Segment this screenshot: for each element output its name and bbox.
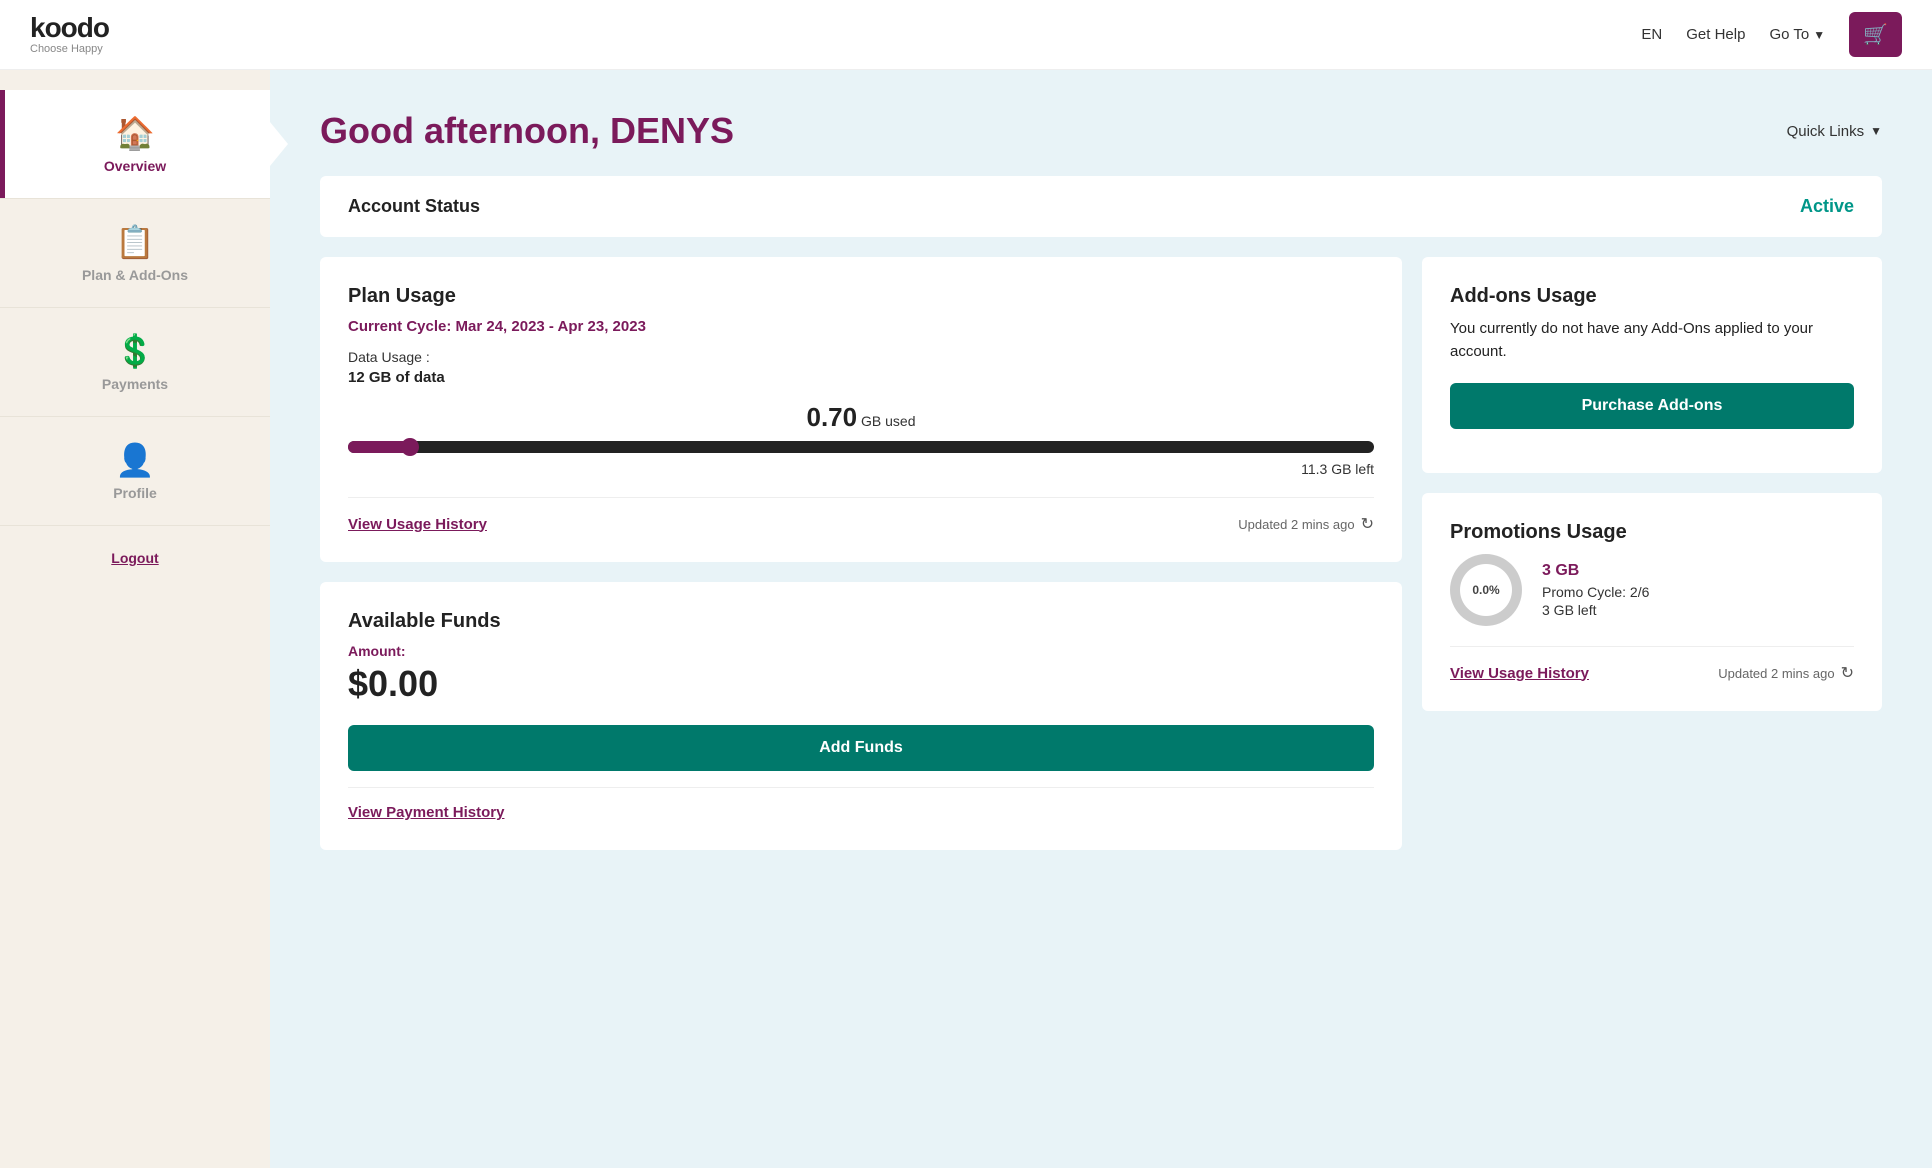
addons-title: Add-ons Usage <box>1450 285 1854 308</box>
sidebar-item-profile[interactable]: 👤 Profile <box>0 417 270 526</box>
get-help-link[interactable]: Get Help <box>1686 26 1745 43</box>
account-status-value: Active <box>1800 196 1854 217</box>
chevron-down-icon: ▼ <box>1870 124 1882 138</box>
usage-bar-container <box>348 441 1374 453</box>
view-usage-history-link[interactable]: View Usage History <box>348 516 487 533</box>
addons-usage-card: Add-ons Usage You currently do not have … <box>1422 257 1882 473</box>
account-status-card: Account Status Active <box>320 176 1882 237</box>
main-content: Good afternoon, DENYS Quick Links ▼ Acco… <box>270 70 1932 1168</box>
sidebar-item-overview[interactable]: 🏠 Overview <box>0 90 270 199</box>
logo-koodo-word: koodo <box>30 12 109 43</box>
funds-amount-value: $0.00 <box>348 663 1374 705</box>
greeting-text: Good afternoon, DENYS <box>320 110 734 152</box>
sidebar-label-plan: Plan & Add-Ons <box>82 267 188 283</box>
divider <box>348 497 1374 498</box>
sidebar-label-payments: Payments <box>102 376 168 392</box>
promo-details: 3 GB Promo Cycle: 2/6 3 GB left <box>1542 562 1649 618</box>
cart-button[interactable]: 🛒 <box>1849 12 1902 57</box>
promo-title: 3 GB <box>1542 562 1649 580</box>
gb-left: 11.3 GB left <box>348 461 1374 477</box>
funds-amount-label: Amount: <box>348 643 1374 659</box>
available-funds-title: Available Funds <box>348 610 1374 633</box>
header-nav: EN Get Help Go To ▼ 🛒 <box>1641 12 1902 57</box>
gb-used-unit: GB used <box>861 413 915 429</box>
data-amount: 12 GB of data <box>348 369 1374 386</box>
header: koodo Choose Happy EN Get Help Go To ▼ 🛒 <box>0 0 1932 70</box>
promo-updated-label: Updated 2 mins ago <box>1718 666 1834 681</box>
view-promo-history-link[interactable]: View Usage History <box>1450 665 1589 682</box>
divider <box>348 787 1374 788</box>
add-funds-button[interactable]: Add Funds <box>348 725 1374 771</box>
usage-number: 0.70 GB used <box>348 402 1374 433</box>
goto-button[interactable]: Go To ▼ <box>1769 26 1825 43</box>
chevron-down-icon: ▼ <box>1813 28 1825 42</box>
cart-icon: 🛒 <box>1863 22 1888 47</box>
updated-label: Updated 2 mins ago <box>1238 517 1354 532</box>
view-history-row: View Usage History Updated 2 mins ago ↻ <box>348 514 1374 534</box>
plan-usage-title: Plan Usage <box>348 285 1374 308</box>
goto-label: Go To <box>1769 26 1809 43</box>
promo-view-history-row: View Usage History Updated 2 mins ago ↻ <box>1450 663 1854 683</box>
plan-usage-card: Plan Usage Current Cycle: Mar 24, 2023 -… <box>320 257 1402 562</box>
right-column: Add-ons Usage You currently do not have … <box>1422 257 1882 850</box>
promo-left: 3 GB left <box>1542 602 1649 618</box>
cycle-text: Current Cycle: Mar 24, 2023 - Apr 23, 20… <box>348 318 1374 335</box>
logo-text: koodo <box>30 14 109 42</box>
updated-text: Updated 2 mins ago ↻ <box>1238 514 1374 534</box>
usage-bar-dot <box>401 438 419 456</box>
account-status-label: Account Status <box>348 196 480 217</box>
refresh-icon[interactable]: ↻ <box>1361 514 1374 534</box>
app-body: 🏠 Overview 📋 Plan & Add-Ons 💲 Payments 👤… <box>0 70 1932 1168</box>
promo-updated-text: Updated 2 mins ago ↻ <box>1718 663 1854 683</box>
sidebar: 🏠 Overview 📋 Plan & Add-Ons 💲 Payments 👤… <box>0 70 270 1168</box>
lang-toggle[interactable]: EN <box>1641 26 1662 43</box>
addons-desc: You currently do not have any Add-Ons ap… <box>1450 318 1854 363</box>
sidebar-item-plan-addons[interactable]: 📋 Plan & Add-Ons <box>0 199 270 308</box>
sidebar-logout[interactable]: Logout <box>0 526 270 590</box>
logo: koodo Choose Happy <box>30 14 109 55</box>
sidebar-item-payments[interactable]: 💲 Payments <box>0 308 270 417</box>
logo-subtitle: Choose Happy <box>30 43 103 55</box>
promo-cycle: Promo Cycle: 2/6 <box>1542 584 1649 600</box>
promo-row: 0.0% 3 GB Promo Cycle: 2/6 3 GB left <box>1450 554 1854 626</box>
data-usage-label: Data Usage : <box>348 349 1374 365</box>
quick-links-button[interactable]: Quick Links ▼ <box>1787 123 1882 140</box>
gb-used-value: 0.70 <box>807 402 858 432</box>
greeting-row: Good afternoon, DENYS Quick Links ▼ <box>320 110 1882 152</box>
home-icon: 🏠 <box>115 114 155 152</box>
view-payment-history-link[interactable]: View Payment History <box>348 804 504 821</box>
profile-icon: 👤 <box>115 441 155 479</box>
sidebar-label-profile: Profile <box>113 485 157 501</box>
logout-link[interactable]: Logout <box>111 550 158 566</box>
promo-percent: 0.0% <box>1460 564 1512 616</box>
left-column: Plan Usage Current Cycle: Mar 24, 2023 -… <box>320 257 1402 850</box>
promotions-title: Promotions Usage <box>1450 521 1854 544</box>
quick-links-label: Quick Links <box>1787 123 1865 140</box>
promotions-usage-card: Promotions Usage 0.0% 3 GB Promo Cycle: … <box>1422 493 1882 711</box>
purchase-addons-button[interactable]: Purchase Add-ons <box>1450 383 1854 429</box>
promo-circle: 0.0% <box>1450 554 1522 626</box>
divider <box>1450 646 1854 647</box>
available-funds-card: Available Funds Amount: $0.00 Add Funds … <box>320 582 1402 850</box>
plan-icon: 📋 <box>115 223 155 261</box>
sidebar-label-overview: Overview <box>104 158 166 174</box>
payments-icon: 💲 <box>115 332 155 370</box>
promo-refresh-icon[interactable]: ↻ <box>1841 663 1854 683</box>
cards-row: Plan Usage Current Cycle: Mar 24, 2023 -… <box>320 257 1882 850</box>
